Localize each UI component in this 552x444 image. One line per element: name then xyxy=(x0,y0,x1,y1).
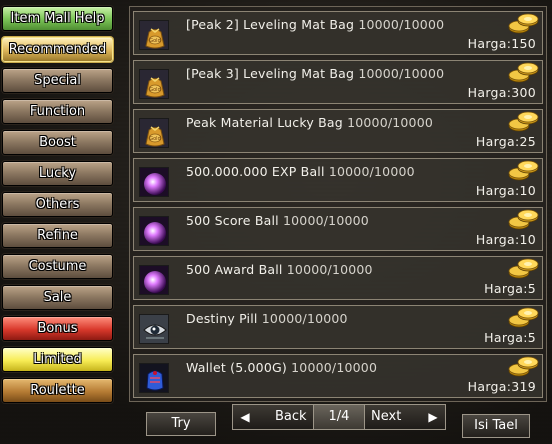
item-title: Wallet (5.000G) xyxy=(186,360,287,375)
item-row[interactable]: 500.000.000 EXP Ball 10000/10000 Harga:10 xyxy=(133,158,543,202)
item-stock: 10000/10000 xyxy=(291,360,378,375)
svg-text:Gold: Gold xyxy=(149,38,161,44)
item-row[interactable]: 500 Award Ball 10000/10000 Harga:5 xyxy=(133,256,543,300)
item-stock: 10000/10000 xyxy=(261,311,348,326)
next-page-icon[interactable]: ▶ xyxy=(423,405,443,429)
item-price: Harga:5 xyxy=(484,281,536,296)
item-name: Peak Material Lucky Bag 10000/10000 xyxy=(186,115,433,130)
gold-ingot-icon xyxy=(506,111,540,133)
purple-orb-icon xyxy=(139,167,169,197)
item-stock: 10000/10000 xyxy=(328,164,415,179)
item-row[interactable]: Gold Peak Material Lucky Bag 10000/10000 H… xyxy=(133,109,543,153)
category-button-special[interactable]: Special xyxy=(2,68,113,93)
category-button-bonus[interactable]: Bonus xyxy=(2,316,113,341)
category-button-lucky[interactable]: Lucky xyxy=(2,161,113,186)
wallet-icon xyxy=(139,363,169,393)
svg-text:Gold: Gold xyxy=(149,87,161,93)
item-list-panel: Gold [Peak 2] Leveling Mat Bag 10000/1000… xyxy=(129,6,547,402)
eye-pill-icon xyxy=(139,314,169,344)
item-price: Harga:10 xyxy=(475,232,536,247)
category-button-boost[interactable]: Boost xyxy=(2,130,113,155)
gold-ingot-icon xyxy=(506,209,540,231)
item-row[interactable]: Wallet (5.000G) 10000/10000 Harga:319 xyxy=(133,354,543,398)
next-button[interactable]: Next xyxy=(371,405,401,429)
gold-bag-icon: Gold xyxy=(139,69,169,99)
item-name: Wallet (5.000G) 10000/10000 xyxy=(186,360,377,375)
item-row[interactable]: Gold [Peak 3] Leveling Mat Bag 10000/1000… xyxy=(133,60,543,104)
item-price: Harga:25 xyxy=(475,134,536,149)
prev-page-icon[interactable]: ◀ xyxy=(235,405,255,429)
category-button-refine[interactable]: Refine xyxy=(2,223,113,248)
gold-ingot-icon xyxy=(506,13,540,35)
item-row[interactable]: 500 Score Ball 10000/10000 Harga:10 xyxy=(133,207,543,251)
item-row[interactable]: Destiny Pill 10000/10000 Harga:5 xyxy=(133,305,543,349)
category-button-sale[interactable]: Sale xyxy=(2,285,113,310)
item-price: Harga:300 xyxy=(467,85,536,100)
item-name: [Peak 3] Leveling Mat Bag 10000/10000 xyxy=(186,66,444,81)
gold-bag-icon: Gold xyxy=(139,20,169,50)
item-name: 500 Award Ball 10000/10000 xyxy=(186,262,373,277)
category-button-roulette[interactable]: Roulette xyxy=(2,378,113,403)
gold-ingot-icon xyxy=(506,160,540,182)
try-button[interactable]: Try xyxy=(146,412,216,436)
gold-ingot-icon xyxy=(506,62,540,84)
back-button[interactable]: Back xyxy=(275,405,307,429)
category-button-item-mall-help[interactable]: Item Mall Help xyxy=(2,6,113,31)
item-name: [Peak 2] Leveling Mat Bag 10000/10000 xyxy=(186,17,444,32)
gold-ingot-icon xyxy=(506,258,540,280)
item-price: Harga:10 xyxy=(475,183,536,198)
item-mall-window: Item Mall Help Recommended Special Function… xyxy=(0,0,552,444)
item-title: 500 Score Ball xyxy=(186,213,279,228)
item-stock: 10000/10000 xyxy=(358,17,445,32)
item-name: 500.000.000 EXP Ball 10000/10000 xyxy=(186,164,415,179)
item-row[interactable]: Gold [Peak 2] Leveling Mat Bag 10000/1000… xyxy=(133,11,543,55)
category-button-recommended[interactable]: Recommended xyxy=(2,37,113,62)
purple-orb-icon xyxy=(139,265,169,295)
category-button-costume[interactable]: Costume xyxy=(2,254,113,279)
item-title: 500.000.000 EXP Ball xyxy=(186,164,325,179)
item-title: 500 Award Ball xyxy=(186,262,283,277)
item-price: Harga:150 xyxy=(467,36,536,51)
gold-bag-icon: Gold xyxy=(139,118,169,148)
item-title: [Peak 3] Leveling Mat Bag xyxy=(186,66,355,81)
gold-ingot-icon xyxy=(506,307,540,329)
gold-ingot-icon xyxy=(506,356,540,378)
purple-orb-icon xyxy=(139,216,169,246)
svg-text:Gold: Gold xyxy=(149,136,161,142)
item-stock: 10000/10000 xyxy=(358,66,445,81)
item-name: Destiny Pill 10000/10000 xyxy=(186,311,348,326)
category-button-limited[interactable]: Limited xyxy=(2,347,113,372)
category-button-function[interactable]: Function xyxy=(2,99,113,124)
pagination-bar: ◀ Back 1/4 Next ▶ xyxy=(232,404,446,430)
item-stock: 10000/10000 xyxy=(347,115,434,130)
item-price: Harga:5 xyxy=(484,330,536,345)
page-indicator: 1/4 xyxy=(313,405,365,429)
item-title: [Peak 2] Leveling Mat Bag xyxy=(186,17,355,32)
item-title: Destiny Pill xyxy=(186,311,258,326)
top-up-button[interactable]: Isi Tael xyxy=(462,414,530,438)
item-name: 500 Score Ball 10000/10000 xyxy=(186,213,369,228)
item-stock: 10000/10000 xyxy=(286,262,373,277)
category-button-others[interactable]: Others xyxy=(2,192,113,217)
item-stock: 10000/10000 xyxy=(282,213,369,228)
item-title: Peak Material Lucky Bag xyxy=(186,115,343,130)
item-price: Harga:319 xyxy=(467,379,536,394)
